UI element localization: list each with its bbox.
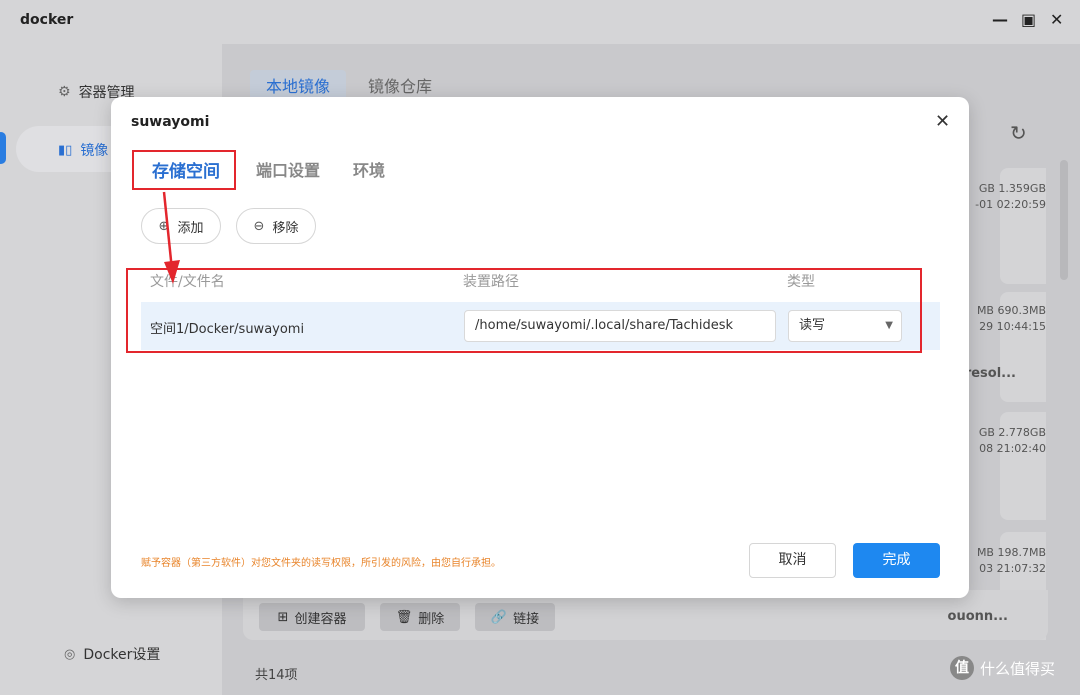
remove-button[interactable]: ⊖ 移除 bbox=[236, 208, 316, 244]
button-label: 链接 bbox=[513, 611, 540, 627]
sidebar-active-marker bbox=[0, 132, 6, 164]
annotation-highlight-table bbox=[126, 268, 922, 353]
settings-icon: ◎ bbox=[64, 646, 76, 662]
sidebar-item-label: Docker设置 bbox=[83, 647, 161, 663]
annotation-arrow bbox=[162, 191, 180, 284]
minus-circle-icon: ⊖ bbox=[253, 218, 265, 234]
button-label: 创建容器 bbox=[294, 611, 347, 627]
dialog-title: suwayomi bbox=[131, 114, 210, 130]
create-container-button[interactable]: ⊞ 创建容器 bbox=[259, 603, 365, 631]
image-count: 共14项 bbox=[255, 668, 298, 683]
sidebar-item-docker-settings[interactable]: ◎ Docker设置 bbox=[64, 644, 160, 664]
card-time: 08 21:02:40 bbox=[979, 442, 1046, 455]
minimize-icon[interactable]: — bbox=[992, 10, 1008, 29]
tab-ports[interactable]: 端口设置 bbox=[256, 157, 320, 181]
card-time: 03 21:07:32 bbox=[979, 562, 1046, 575]
scrollbar[interactable] bbox=[1060, 160, 1068, 280]
card-time: 29 10:44:15 bbox=[979, 320, 1046, 333]
card-size: GB 1.359GB bbox=[978, 182, 1046, 195]
card-size: MB 198.7MB bbox=[976, 546, 1046, 559]
card-size: MB 690.3MB bbox=[976, 304, 1046, 317]
annotation-highlight-tab bbox=[132, 150, 236, 190]
app-title: docker bbox=[20, 12, 74, 28]
sidebar-item-label: 镜像 bbox=[80, 143, 109, 159]
sidebar-item-images[interactable]: ▮▯ 镜像 bbox=[58, 140, 108, 160]
cancel-button[interactable]: 取消 bbox=[749, 543, 836, 578]
button-label: 移除 bbox=[272, 220, 299, 236]
trash-icon: 🗑 bbox=[395, 609, 413, 625]
risk-notice: 赋予容器（第三方软件）对您文件夹的读写权限，所引发的风险，由您自行承担。 bbox=[141, 558, 501, 569]
close-icon[interactable]: ✕ bbox=[1050, 10, 1063, 29]
card-name: resol... bbox=[964, 366, 1016, 381]
refresh-icon[interactable]: ↻ bbox=[1010, 121, 1027, 145]
watermark-logo-icon: 值 bbox=[950, 656, 974, 680]
watermark: 值 什么值得买 bbox=[950, 656, 1055, 680]
link-icon: 🔗 bbox=[490, 609, 508, 625]
delete-button[interactable]: 🗑 删除 bbox=[380, 603, 460, 631]
gear-icon: ⚙ bbox=[58, 84, 71, 100]
tab-environment[interactable]: 环境 bbox=[353, 157, 385, 181]
close-icon[interactable]: ✕ bbox=[935, 111, 950, 132]
confirm-button[interactable]: 完成 bbox=[853, 543, 940, 578]
maximize-icon[interactable]: ▣ bbox=[1021, 10, 1036, 29]
card-time: -01 02:20:59 bbox=[975, 198, 1046, 211]
title-bar: docker — ▣ ✕ bbox=[0, 0, 1080, 44]
card-name: ouonn... bbox=[947, 609, 1008, 624]
button-label: 删除 bbox=[418, 611, 445, 627]
image-icon: ▮▯ bbox=[58, 142, 73, 158]
watermark-text: 什么值得买 bbox=[980, 659, 1056, 678]
card-size: GB 2.778GB bbox=[978, 426, 1046, 439]
link-button[interactable]: 🔗 链接 bbox=[475, 603, 555, 631]
add-box-icon: ⊞ bbox=[277, 609, 289, 625]
